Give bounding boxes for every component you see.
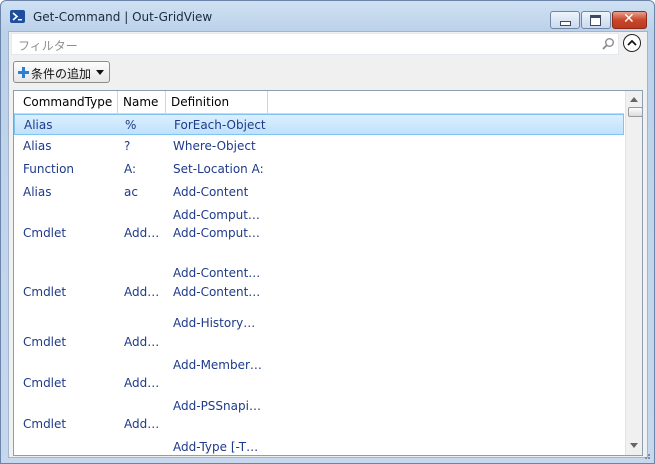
scrollbar-thumb[interactable] xyxy=(628,107,642,117)
close-button[interactable]: ✕ xyxy=(612,11,647,29)
table-row[interactable]: Cmdlet Add… Add-Member… xyxy=(14,358,624,404)
minimize-icon xyxy=(560,21,571,26)
column-header-commandtype[interactable]: CommandType xyxy=(14,91,118,113)
maximize-icon xyxy=(590,15,601,26)
cell-definition: Add-PSSnapi… xyxy=(173,399,261,413)
table-row[interactable]: Add-Type [-T… xyxy=(14,440,624,455)
cell-name: ? xyxy=(124,139,131,153)
cell-definition-line1: Add-Content… xyxy=(173,266,261,280)
maximize-button[interactable] xyxy=(581,11,611,29)
grid-header: CommandType Name Definition xyxy=(14,91,624,114)
table-row[interactable]: Function A: Set-Location A: xyxy=(14,158,624,181)
cell-name: A: xyxy=(124,162,137,176)
resize-grip-icon[interactable] xyxy=(642,454,650,460)
cell-name: Add… xyxy=(124,335,160,349)
cell-commandtype: Alias xyxy=(23,185,52,199)
cell-definition: Set-Location A: xyxy=(173,162,264,176)
grid-view-window: Get-Command | Out-GridView ✕ フィルター 条件の追加 xyxy=(0,0,655,464)
table-row[interactable]: Cmdlet Add… Add-History… xyxy=(14,316,624,363)
powershell-icon xyxy=(10,10,25,23)
table-row[interactable]: Cmdlet Add… Add-Content… Add-Content… xyxy=(14,260,624,319)
cell-commandtype: Cmdlet xyxy=(23,417,67,431)
table-row[interactable]: Alias ? Where-Object xyxy=(14,135,624,158)
search-icon[interactable] xyxy=(601,37,615,51)
cell-definition: Where-Object xyxy=(173,139,256,153)
cell-commandtype: Cmdlet xyxy=(23,226,67,240)
cell-name: Add… xyxy=(124,417,160,431)
cell-definition-line1: Add-Comput… xyxy=(173,208,260,222)
window-title: Get-Command | Out-GridView xyxy=(33,10,213,24)
cell-name: Add… xyxy=(124,376,160,390)
cell-commandtype: Cmdlet xyxy=(23,376,67,390)
cell-definition: Add-History… xyxy=(173,316,256,330)
plus-icon xyxy=(18,67,29,78)
cell-commandtype: Function xyxy=(23,162,75,176)
column-header-definition[interactable]: Definition xyxy=(166,91,268,113)
cell-definition: ForEach-Object xyxy=(174,118,266,132)
chevron-up-icon xyxy=(627,39,637,46)
column-header-name[interactable]: Name xyxy=(118,91,166,113)
table-row[interactable]: Alias ac Add-Content xyxy=(14,181,624,204)
add-condition-button[interactable]: 条件の追加 xyxy=(13,61,110,83)
cell-definition: Add-Member… xyxy=(173,358,262,372)
collapse-filter-button[interactable] xyxy=(623,34,641,52)
cell-name: % xyxy=(125,118,137,132)
scroll-down-icon[interactable] xyxy=(630,443,638,448)
caret-down-icon xyxy=(96,70,104,75)
add-condition-label: 条件の追加 xyxy=(31,67,92,81)
cell-name: Add… xyxy=(124,285,160,299)
cell-name: Add… xyxy=(124,226,160,240)
cell-name: ac xyxy=(124,185,138,199)
filter-input[interactable]: フィルター xyxy=(11,33,619,55)
cell-definition-line2: Add-Comput… xyxy=(173,226,260,240)
vertical-scrollbar[interactable] xyxy=(625,91,642,455)
table-row[interactable]: Alias % ForEach-Object xyxy=(14,114,624,135)
cell-commandtype: Cmdlet xyxy=(23,335,67,349)
client-area: フィルター 条件の追加 CommandType Name Definition xyxy=(8,31,648,458)
cell-commandtype: Alias xyxy=(23,139,52,153)
cell-commandtype: Alias xyxy=(24,118,53,132)
filter-placeholder: フィルター xyxy=(18,39,78,53)
cell-commandtype: Cmdlet xyxy=(23,285,67,299)
cell-definition: Add-Content xyxy=(173,185,249,199)
close-icon: ✕ xyxy=(623,11,635,27)
minimize-button[interactable] xyxy=(550,11,580,29)
scroll-up-icon[interactable] xyxy=(630,97,638,102)
title-bar[interactable]: Get-Command | Out-GridView ✕ xyxy=(1,1,654,31)
table-row[interactable]: Cmdlet Add… Add-PSSnapi… xyxy=(14,399,624,445)
cell-definition: Add-Type [-T… xyxy=(173,440,259,454)
cell-definition-line2: Add-Content… xyxy=(173,285,261,299)
table-row[interactable]: Cmdlet Add… Add-Comput… Add-Comput… xyxy=(14,204,624,260)
results-grid: CommandType Name Definition Alias % ForE… xyxy=(13,90,643,456)
